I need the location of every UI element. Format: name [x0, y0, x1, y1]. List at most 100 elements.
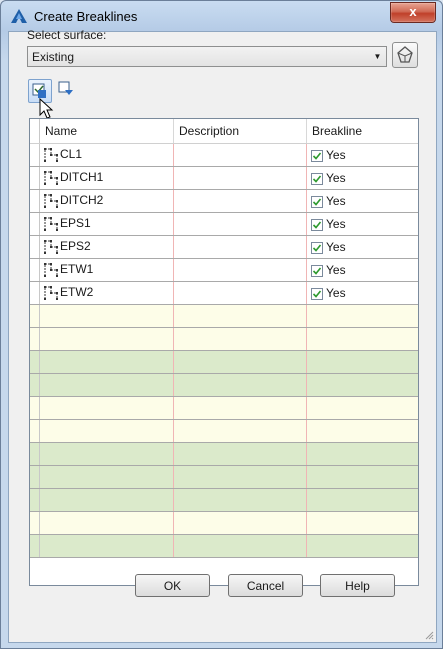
- empty-cell[interactable]: [30, 465, 40, 489]
- empty-cell[interactable]: [173, 396, 307, 420]
- empty-cell[interactable]: [173, 304, 307, 328]
- empty-cell[interactable]: [306, 511, 418, 535]
- row-header-cell[interactable]: [30, 258, 40, 282]
- description-cell[interactable]: [173, 166, 307, 190]
- empty-cell[interactable]: [173, 465, 307, 489]
- empty-cell[interactable]: [306, 350, 418, 374]
- column-header-description[interactable]: Description: [173, 119, 307, 144]
- empty-table-row[interactable]: [30, 442, 418, 466]
- empty-cell[interactable]: [39, 511, 174, 535]
- empty-cell[interactable]: [39, 350, 174, 374]
- resize-grip-icon[interactable]: [424, 630, 434, 640]
- empty-cell[interactable]: [306, 396, 418, 420]
- description-cell[interactable]: [173, 281, 307, 305]
- name-cell[interactable]: EPS2: [39, 235, 174, 259]
- table-row[interactable]: ETW1 Yes: [30, 258, 418, 282]
- breakline-cell[interactable]: Yes: [306, 143, 418, 167]
- empty-cell[interactable]: [173, 373, 307, 397]
- empty-table-row[interactable]: [30, 465, 418, 489]
- table-row[interactable]: CL1 Yes: [30, 143, 418, 167]
- empty-cell[interactable]: [306, 534, 418, 558]
- empty-cell[interactable]: [306, 465, 418, 489]
- empty-cell[interactable]: [306, 373, 418, 397]
- column-header-name[interactable]: Name: [39, 119, 174, 144]
- breakline-checkbox[interactable]: [311, 241, 323, 254]
- breakline-checkbox[interactable]: [311, 172, 323, 185]
- table-row[interactable]: DITCH1 Yes: [30, 166, 418, 190]
- empty-table-row[interactable]: [30, 488, 418, 512]
- table-row[interactable]: DITCH2 Yes: [30, 189, 418, 213]
- empty-cell[interactable]: [39, 327, 174, 351]
- name-cell[interactable]: CL1: [39, 143, 174, 167]
- table-row[interactable]: EPS1 Yes: [30, 212, 418, 236]
- description-cell[interactable]: [173, 235, 307, 259]
- breakline-checkbox[interactable]: [311, 195, 323, 208]
- empty-table-row[interactable]: [30, 419, 418, 443]
- name-cell[interactable]: ETW2: [39, 281, 174, 305]
- empty-cell[interactable]: [173, 419, 307, 443]
- empty-cell[interactable]: [173, 327, 307, 351]
- empty-cell[interactable]: [30, 419, 40, 443]
- row-header-cell[interactable]: [30, 143, 40, 167]
- row-header-cell[interactable]: [30, 212, 40, 236]
- empty-cell[interactable]: [173, 511, 307, 535]
- empty-cell[interactable]: [306, 304, 418, 328]
- empty-cell[interactable]: [306, 327, 418, 351]
- breakline-cell[interactable]: Yes: [306, 166, 418, 190]
- empty-cell[interactable]: [30, 534, 40, 558]
- chevron-down-icon[interactable]: ▼: [369, 47, 386, 66]
- empty-cell[interactable]: [306, 419, 418, 443]
- empty-cell[interactable]: [39, 373, 174, 397]
- breakline-cell[interactable]: Yes: [306, 212, 418, 236]
- empty-table-row[interactable]: [30, 534, 418, 558]
- ok-button[interactable]: OK: [135, 574, 210, 597]
- breakline-checkbox[interactable]: [311, 149, 323, 162]
- name-cell[interactable]: DITCH1: [39, 166, 174, 190]
- breakline-cell[interactable]: Yes: [306, 258, 418, 282]
- empty-cell[interactable]: [173, 488, 307, 512]
- empty-table-row[interactable]: [30, 327, 418, 351]
- empty-table-row[interactable]: [30, 396, 418, 420]
- empty-cell[interactable]: [306, 488, 418, 512]
- empty-cell[interactable]: [39, 488, 174, 512]
- empty-cell[interactable]: [39, 396, 174, 420]
- cancel-button[interactable]: Cancel: [228, 574, 303, 597]
- empty-cell[interactable]: [39, 304, 174, 328]
- table-row[interactable]: EPS2 Yes: [30, 235, 418, 259]
- empty-table-row[interactable]: [30, 373, 418, 397]
- empty-cell[interactable]: [173, 442, 307, 466]
- empty-table-row[interactable]: [30, 350, 418, 374]
- description-cell[interactable]: [173, 258, 307, 282]
- close-button[interactable]: x: [390, 2, 436, 23]
- empty-cell[interactable]: [30, 304, 40, 328]
- name-cell[interactable]: ETW1: [39, 258, 174, 282]
- breakline-cell[interactable]: Yes: [306, 281, 418, 305]
- row-header-cell[interactable]: [30, 189, 40, 213]
- column-header-breakline[interactable]: Breakline: [306, 119, 418, 144]
- breakline-checkbox[interactable]: [311, 287, 323, 300]
- breakline-checkbox[interactable]: [311, 264, 323, 277]
- empty-cell[interactable]: [30, 511, 40, 535]
- breakline-checkbox[interactable]: [311, 218, 323, 231]
- table-row[interactable]: ETW2 Yes: [30, 281, 418, 305]
- empty-cell[interactable]: [30, 373, 40, 397]
- add-from-drawing-button[interactable]: [55, 79, 79, 103]
- empty-table-row[interactable]: [30, 511, 418, 535]
- empty-cell[interactable]: [39, 534, 174, 558]
- empty-cell[interactable]: [173, 350, 307, 374]
- row-header-cell[interactable]: [30, 235, 40, 259]
- description-cell[interactable]: [173, 143, 307, 167]
- name-cell[interactable]: DITCH2: [39, 189, 174, 213]
- pick-surface-button[interactable]: [392, 42, 418, 68]
- empty-cell[interactable]: [173, 534, 307, 558]
- row-header-cell[interactable]: [30, 166, 40, 190]
- row-header-cell[interactable]: [30, 281, 40, 305]
- title-bar[interactable]: Create Breaklines x: [1, 1, 442, 31]
- name-cell[interactable]: EPS1: [39, 212, 174, 236]
- description-cell[interactable]: [173, 189, 307, 213]
- empty-cell[interactable]: [30, 350, 40, 374]
- empty-cell[interactable]: [30, 396, 40, 420]
- empty-cell[interactable]: [306, 442, 418, 466]
- empty-table-row[interactable]: [30, 304, 418, 328]
- description-cell[interactable]: [173, 212, 307, 236]
